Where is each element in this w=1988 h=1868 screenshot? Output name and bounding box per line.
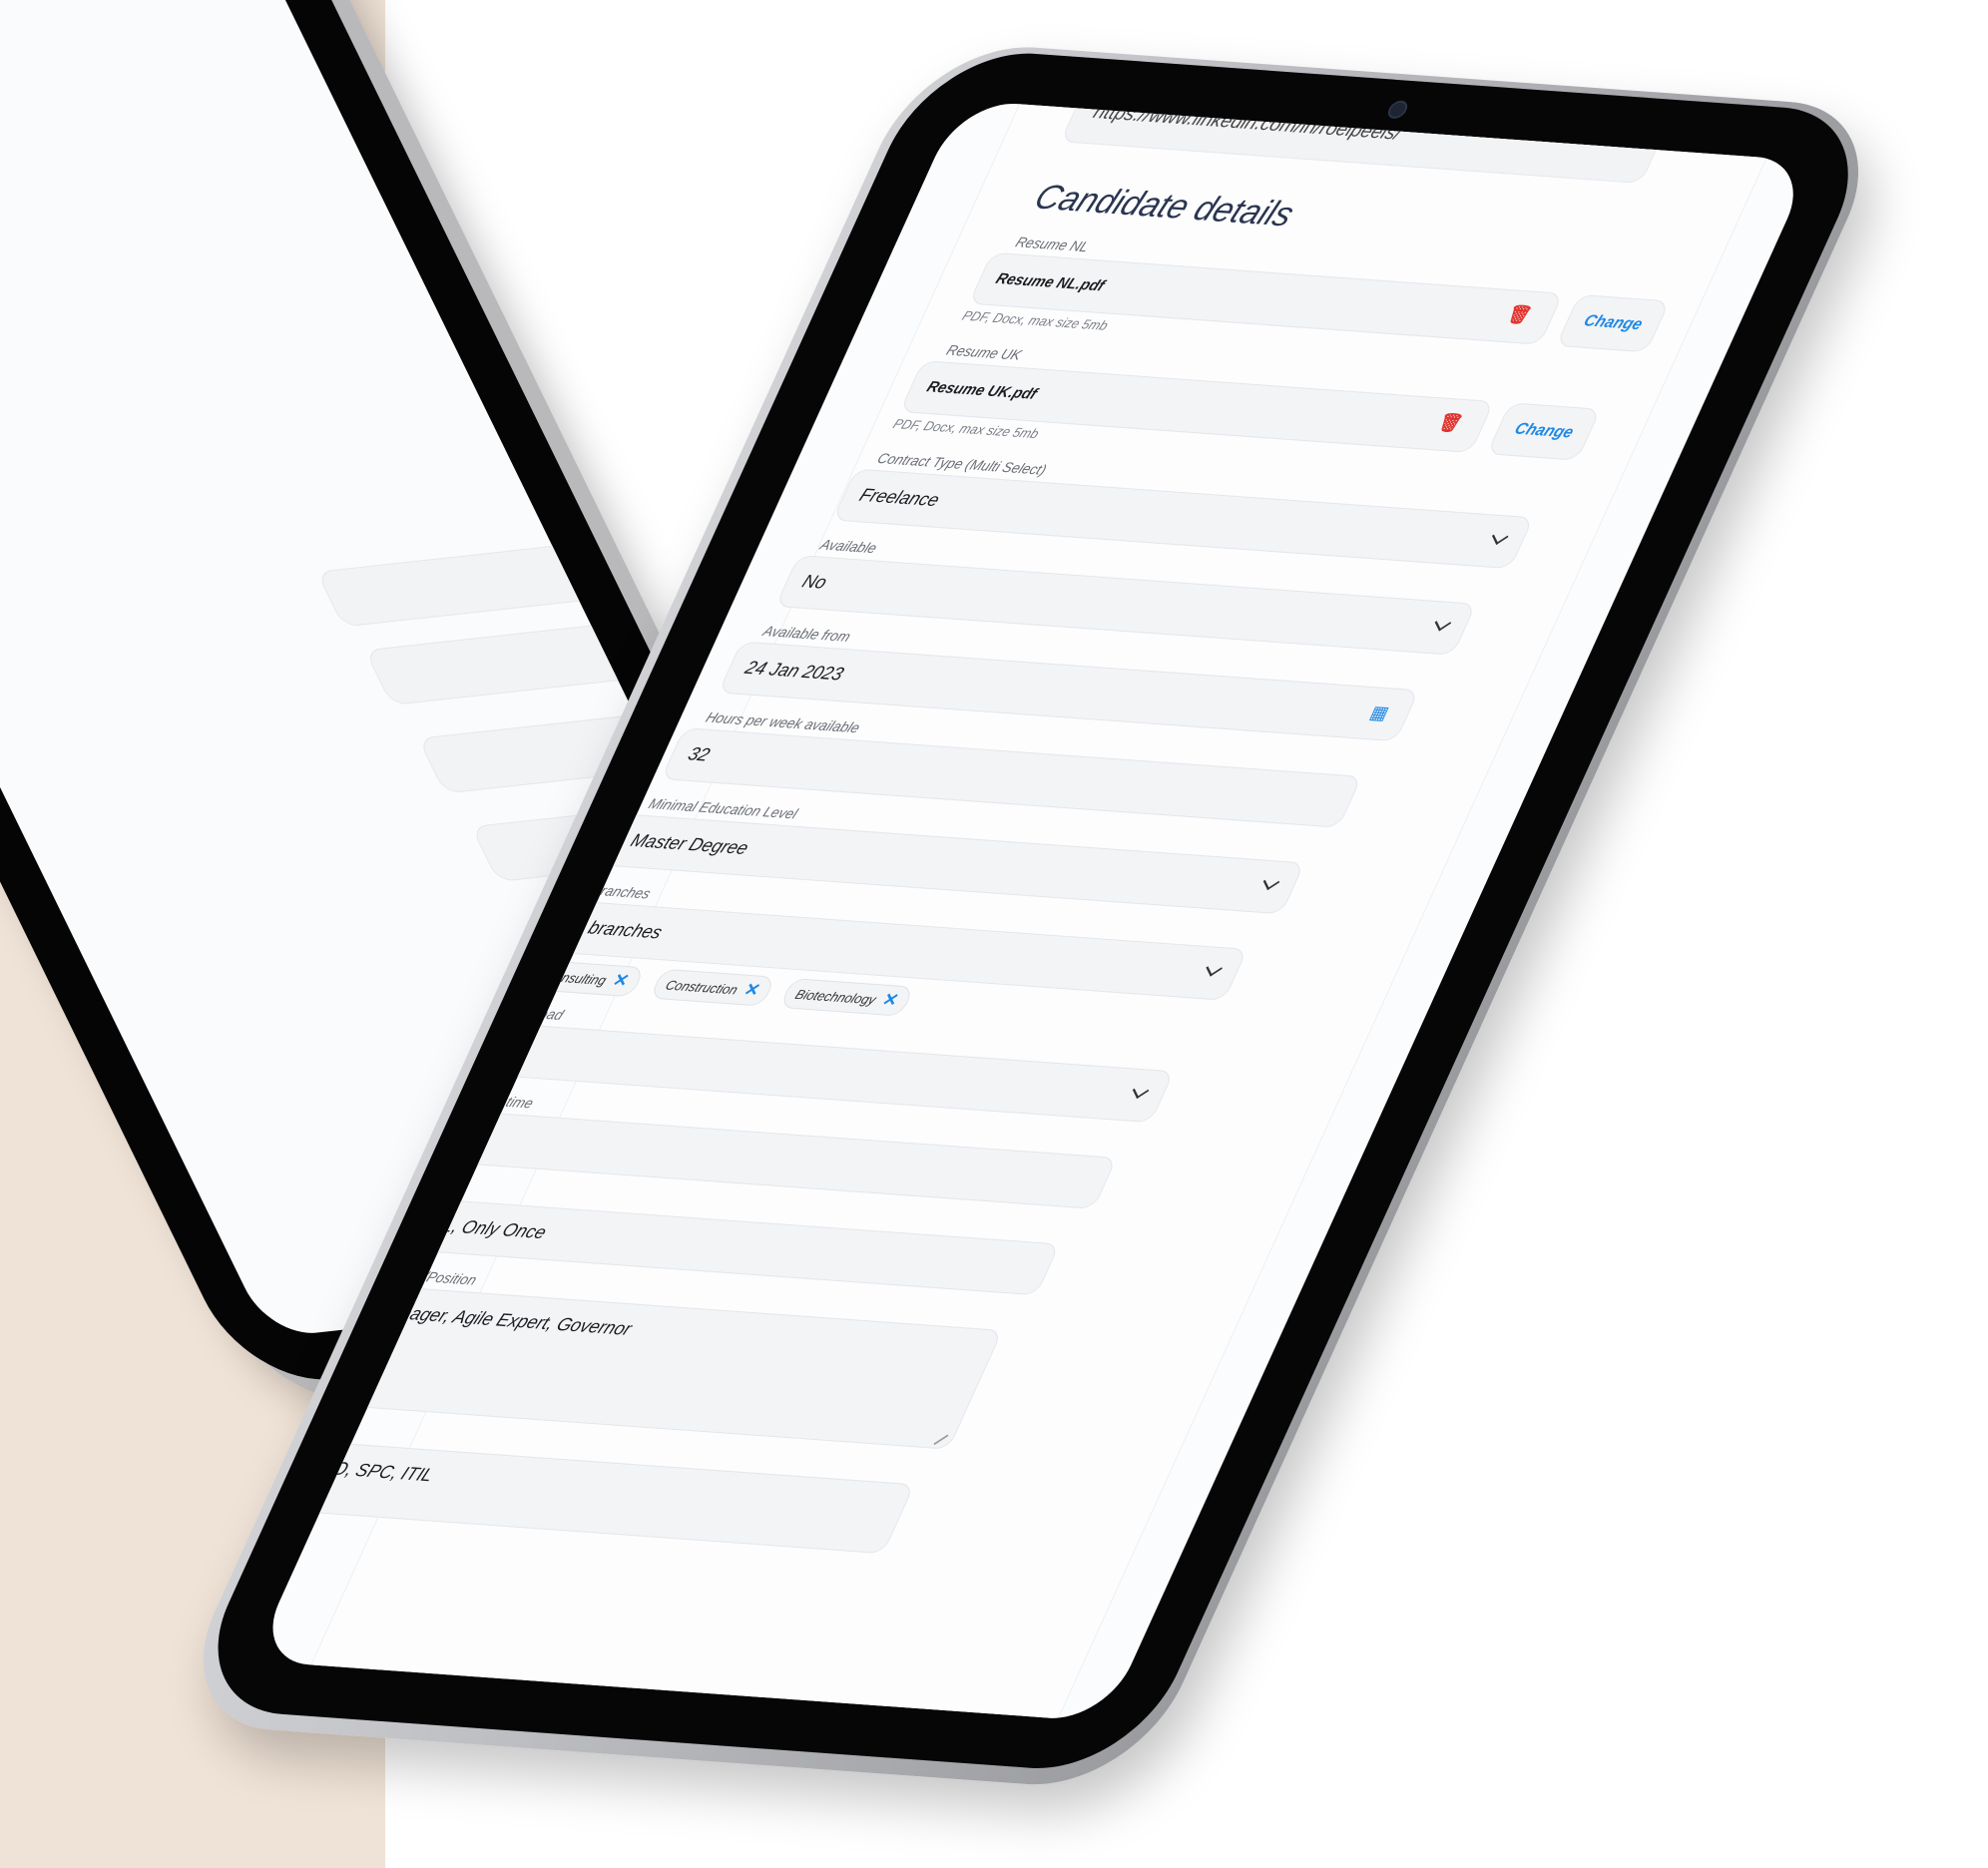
resume-nl-file: Resume NL.pdf bbox=[992, 269, 1108, 295]
available-from-value: 24 Jan 2023 bbox=[742, 657, 847, 685]
abroad-value: No bbox=[496, 1038, 529, 1061]
contract-type-value: Freelance bbox=[856, 484, 943, 511]
education-value: Master Degree bbox=[627, 829, 752, 859]
available-value: No bbox=[798, 571, 831, 593]
hours-value: 32 bbox=[685, 743, 714, 765]
chevron-down-icon bbox=[1262, 873, 1280, 891]
branches-label: Branches bbox=[589, 881, 654, 902]
branch-chip-consulting[interactable]: Consulting✕ bbox=[529, 959, 646, 998]
trash-icon[interactable]: 🗑 bbox=[1503, 304, 1535, 327]
target-roles-value: CEO, Manager, Agile Expert, Governor bbox=[324, 1297, 636, 1339]
camera-icon bbox=[1384, 100, 1411, 120]
chevron-down-icon bbox=[1491, 528, 1509, 545]
commute-label: mmute time bbox=[458, 1090, 537, 1112]
remove-icon[interactable]: ✕ bbox=[879, 990, 901, 1010]
branches-value: 3 branches bbox=[570, 916, 667, 943]
resize-handle-icon[interactable] bbox=[928, 1423, 949, 1446]
chevron-down-icon bbox=[1206, 959, 1223, 977]
trash-icon[interactable]: 🗑 bbox=[1434, 412, 1466, 435]
chevron-down-icon bbox=[1434, 614, 1452, 632]
remove-icon[interactable]: ✕ bbox=[610, 971, 632, 991]
calendar-icon[interactable]: ▦ bbox=[1366, 702, 1393, 724]
resume-uk-file: Resume UK.pdf bbox=[923, 378, 1040, 403]
blurred-field bbox=[315, 544, 593, 628]
abroad-label: Abroad bbox=[515, 1003, 567, 1023]
front-tablet: https://www.linkedin.com/in/roelpeels/ C… bbox=[164, 40, 1988, 1816]
chevron-down-icon bbox=[1132, 1082, 1150, 1100]
remove-icon[interactable]: ✕ bbox=[741, 980, 762, 1000]
companies-value: a, ASML, Only Once bbox=[382, 1210, 550, 1243]
